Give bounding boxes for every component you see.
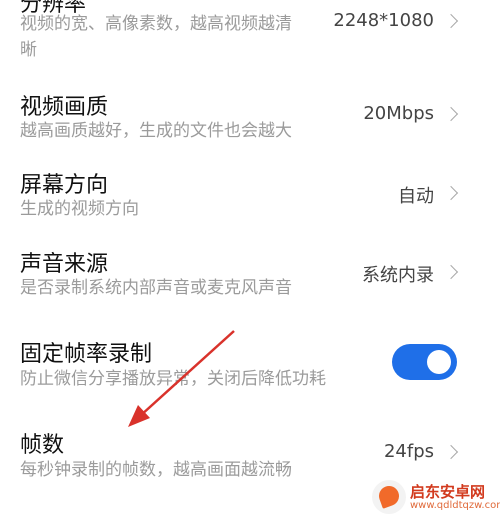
watermark-url: www.qdldtqzw.com [410, 500, 500, 511]
chevron-right-icon [443, 13, 459, 29]
setting-desc: 越高画质越好，生成的文件也会越大 [20, 121, 292, 141]
chevron-right-icon [443, 444, 459, 460]
setting-value: 20Mbps [363, 103, 434, 124]
setting-value: 系统内录 [362, 265, 434, 286]
setting-value: 自动 [398, 186, 434, 207]
fixed-framerate-toggle[interactable] [392, 344, 457, 380]
setting-desc: 视频的宽、高像素数，越高视频越清 [20, 14, 292, 34]
setting-desc: 是否录制系统内部声音或麦克风声音 [20, 278, 292, 298]
setting-desc: 晰 [20, 40, 37, 60]
chevron-right-icon [443, 264, 459, 280]
watermark-brand: 启东安卓网 [410, 483, 486, 501]
setting-title: 屏幕方向 [20, 173, 109, 198]
setting-value: 2248*1080 [333, 10, 434, 31]
watermark-logo-icon [372, 480, 406, 514]
toggle-knob [427, 350, 451, 374]
chevron-right-icon [443, 185, 459, 201]
setting-desc: 防止微信分享播放异常，关闭后降低功耗 [20, 369, 326, 389]
setting-row-fixed-framerate: 固定帧率录制 防止微信分享播放异常，关闭后降低功耗 [0, 325, 500, 400]
setting-desc: 每秒钟录制的帧数，越高画面越流畅 [20, 460, 292, 480]
setting-row-video-quality[interactable]: 视频画质 越高画质越好，生成的文件也会越大 20Mbps [0, 80, 500, 150]
setting-title: 视频画质 [20, 95, 109, 120]
setting-title: 固定帧率录制 [20, 342, 153, 367]
setting-row-audio-source[interactable]: 声音来源 是否录制系统内部声音或麦克风声音 系统内录 [0, 240, 500, 310]
setting-title: 帧数 [20, 433, 65, 458]
setting-row-screen-orientation[interactable]: 屏幕方向 生成的视频方向 自动 [0, 160, 500, 230]
setting-desc: 生成的视频方向 [20, 199, 139, 219]
watermark: 启东安卓网 www.qdldtqzw.com [372, 478, 500, 518]
setting-value: 24fps [383, 441, 434, 462]
setting-title: 声音来源 [20, 252, 109, 277]
setting-row-resolution[interactable]: 分辨率 视频的宽、高像素数，越高视频越清 晰 2248*1080 [0, 0, 500, 70]
chevron-right-icon [443, 106, 459, 122]
